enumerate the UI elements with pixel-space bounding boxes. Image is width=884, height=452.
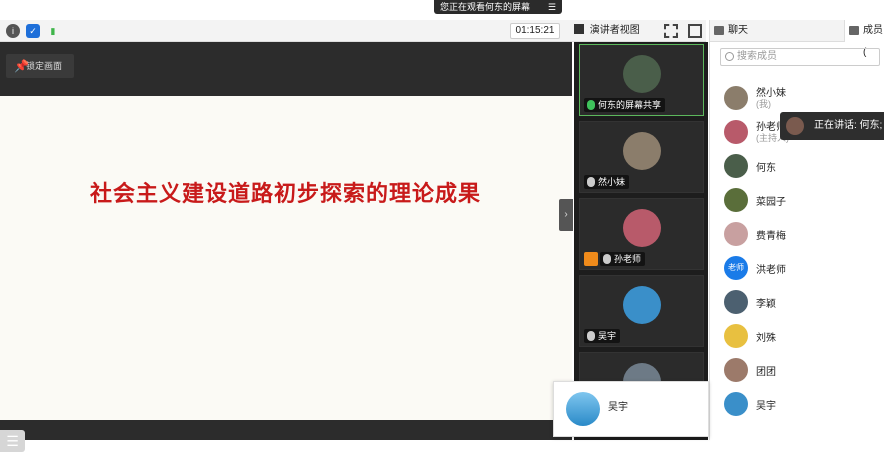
tab-chat[interactable]: 聊天 (710, 20, 844, 42)
tab-chat-label: 聊天 (728, 25, 748, 36)
member-name: 刘殊 (756, 333, 776, 344)
info-icon[interactable]: i (6, 24, 20, 38)
member-avatar: 老师 (724, 256, 748, 280)
member-name: 何东 (756, 163, 776, 174)
video-tile[interactable]: 然小妹 (579, 121, 704, 193)
video-avatar (623, 132, 661, 170)
member-avatar (724, 392, 748, 416)
video-name-label: 然小妹 (584, 175, 630, 189)
member-row[interactable]: 李颖 (710, 284, 884, 318)
signal-icon[interactable]: ▮ (46, 24, 60, 38)
video-name-text: 吴宇 (598, 331, 617, 341)
top-bar: 您正在观看何东的屏幕 ☰ (0, 0, 884, 14)
member-avatar (724, 188, 748, 212)
tab-members[interactable]: 成员( (844, 20, 884, 58)
member-avatar (724, 290, 748, 314)
mic-muted-icon (587, 177, 595, 187)
meeting-timer: 01:15:21 (510, 23, 560, 39)
video-name-text: 孙老师 (614, 254, 642, 264)
shared-screen-stage: 📌 锁定画面 社会主义建设道路初步探索的理论成果 ☰ (0, 42, 572, 452)
speaking-text: 正在讲话: 何东; (814, 120, 883, 131)
member-name: 团团 (756, 367, 776, 378)
video-avatar (623, 55, 661, 93)
mic-muted-icon (587, 331, 595, 341)
member-avatar (724, 154, 748, 178)
member-row[interactable]: 何东 (710, 148, 884, 182)
member-name: 菜园子 (756, 197, 786, 208)
shield-icon[interactable]: ✓ (26, 24, 40, 38)
member-name: 李颖 (756, 299, 776, 310)
member-popup[interactable]: 吴宇 (553, 381, 709, 437)
lock-view-button[interactable]: 📌 锁定画面 (6, 54, 74, 78)
member-avatar (724, 222, 748, 246)
video-name-label: 孙老师 (600, 252, 646, 266)
speaker-avatar (786, 117, 804, 135)
search-icon (725, 52, 734, 61)
search-placeholder: 搜索成员 (737, 51, 777, 62)
video-tile[interactable]: 何东的屏幕共享 (579, 44, 704, 116)
member-name: 吴宇 (756, 401, 776, 412)
screen-share-banner[interactable]: 您正在观看何东的屏幕 ☰ (434, 0, 562, 14)
video-name-label: 吴宇 (584, 329, 621, 343)
fullscreen-icon[interactable] (664, 24, 678, 38)
presentation-slide: 社会主义建设道路初步探索的理论成果 ☰ (0, 96, 572, 452)
video-avatar (623, 286, 661, 324)
member-avatar (724, 86, 748, 110)
member-row[interactable]: 费青梅 (710, 216, 884, 250)
video-name-text: 何东的屏幕共享 (598, 100, 662, 110)
member-avatar (724, 358, 748, 382)
sidebar-toggle-icon[interactable] (688, 24, 702, 38)
video-name-text: 然小妹 (598, 177, 626, 187)
popup-avatar (566, 392, 600, 426)
member-row[interactable]: 刘殊 (710, 318, 884, 352)
member-row[interactable]: 菜园子 (710, 182, 884, 216)
member-row[interactable]: 吴宇 (710, 386, 884, 420)
pin-icon: 📌 (14, 59, 29, 73)
mic-muted-icon (603, 254, 611, 264)
side-tabs: 聊天 成员( (710, 20, 884, 58)
meeting-toolbar: i ✓ ▮ 01:15:21 演讲者视图 ▼ (0, 20, 706, 51)
popup-name: 吴宇 (608, 402, 628, 413)
member-name: 洪老师 (756, 265, 786, 276)
layout-icon (574, 24, 584, 34)
slide-title: 社会主义建设道路初步探索的理论成果 (90, 181, 482, 206)
lock-view-label: 锁定画面 (26, 61, 63, 71)
collapse-panel-button[interactable]: › (559, 199, 573, 231)
view-mode-label: 演讲者视图 (589, 25, 640, 36)
member-row[interactable]: 团团 (710, 352, 884, 386)
member-role: (我) (756, 99, 771, 109)
host-badge-icon (584, 252, 598, 266)
video-avatar (623, 209, 661, 247)
outline-list-icon[interactable]: ☰ (0, 430, 25, 452)
speaking-indicator: 正在讲话: 何东; (780, 112, 884, 140)
member-search-input[interactable]: 搜索成员 (720, 48, 880, 66)
member-name: 费青梅 (756, 231, 786, 242)
share-banner-text: 您正在观看何东的屏幕 (440, 2, 531, 12)
chat-icon (714, 26, 724, 35)
video-name-label: 何东的屏幕共享 (584, 98, 666, 112)
side-panel: 聊天 成员( 搜索成员 然小妹 (我) 孙老师 (主持人) 何东 菜园子 费青梅 老师 洪老师李… (709, 20, 884, 440)
view-mode-button[interactable]: 演讲者视图 ▼ (570, 23, 654, 51)
member-row[interactable]: 然小妹 (我) (710, 80, 884, 114)
list-menu-icon[interactable]: ☰ (548, 0, 556, 14)
member-avatar (724, 324, 748, 348)
member-row[interactable]: 老师 洪老师 (710, 250, 884, 284)
video-tile[interactable]: 孙老师 (579, 198, 704, 270)
members-icon (849, 26, 859, 35)
mic-on-icon (587, 100, 595, 110)
video-tile[interactable]: 吴宇 (579, 275, 704, 347)
member-avatar (724, 120, 748, 144)
